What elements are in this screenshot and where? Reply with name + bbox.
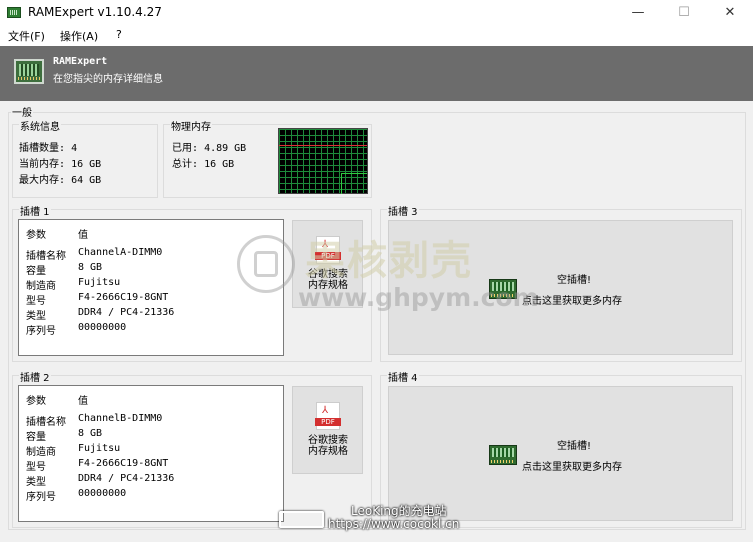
get-more-memory-link[interactable]: 点击这里获取更多内存: [522, 458, 622, 473]
ram-module-icon: [489, 445, 517, 465]
empty-slot-title: 空插槽!: [557, 441, 592, 452]
table-key: 容量: [26, 432, 46, 443]
watermark-box-icon: [279, 511, 324, 528]
info-row: 已用: 4.89 GB: [172, 143, 247, 154]
table-key: 插槽名称: [26, 417, 66, 428]
table-value: 00000000: [78, 322, 127, 333]
table-key: 类型: [26, 477, 46, 488]
table-key: 序列号: [26, 326, 56, 337]
slot-4-label: 插槽 4: [387, 369, 419, 384]
table-value: Fujitsu: [78, 277, 121, 288]
banner-subtitle: 在您指尖的内存详细信息: [53, 74, 163, 85]
header-banner: RAMExpert 在您指尖的内存详细信息: [0, 46, 753, 101]
table-value: F4-2666C19-8GNT: [78, 292, 169, 303]
graph-usage-line: [341, 173, 367, 194]
system-info-group: 系统信息 插槽数量: 4 当前内存: 16 GB 最大内存: 64 GB: [12, 118, 158, 198]
ram-module-icon: [14, 59, 44, 84]
info-row: 当前内存: 16 GB: [19, 159, 102, 170]
physical-memory-label: 物理内存: [170, 118, 212, 133]
empty-slot-title: 空插槽!: [557, 275, 592, 286]
table-value: ChannelA-DIMM0: [78, 247, 163, 258]
slot-1-info-table: 参数 值 插槽名称 ChannelA-DIMM0 容量 8 GB 制造商 Fuj…: [18, 219, 284, 356]
table-value: 00000000: [78, 488, 127, 499]
watermark-credit-url: https://www.cocokl.cn: [328, 517, 460, 531]
pdf-button-label: 谷歌搜索 内存规格: [308, 435, 348, 457]
watermark-logo-icon: [237, 235, 295, 293]
slot-2-info-table: 参数 值 插槽名称 ChannelB-DIMM0 容量 8 GB 制造商 Fuj…: [18, 385, 284, 522]
menu-file[interactable]: 文件(F): [8, 28, 45, 44]
slot-2-google-spec-button[interactable]: ⅄ PDF 谷歌搜索 内存规格: [292, 386, 363, 474]
close-button[interactable]: ✕: [707, 0, 753, 26]
table-key: 型号: [26, 296, 46, 307]
title-bar: RAMExpert v1.10.4.27 — ☐ ✕: [0, 0, 753, 26]
ram-app-icon: [7, 7, 21, 18]
memory-usage-graph: [278, 128, 368, 194]
table-key: 插槽名称: [26, 251, 66, 262]
table-header-param: 参数: [26, 230, 46, 241]
table-value: ChannelB-DIMM0: [78, 413, 163, 424]
watermark-url: www.ghpym.com: [298, 283, 539, 312]
slot-2-label: 插槽 2: [19, 369, 51, 384]
menu-bar: 文件(F) 操作(A) ?: [0, 26, 753, 46]
info-row: 插槽数量: 4: [19, 143, 78, 154]
window-title: RAMExpert v1.10.4.27: [28, 5, 162, 19]
table-key: 制造商: [26, 447, 56, 458]
maximize-button[interactable]: ☐: [661, 0, 707, 26]
table-value: 8 GB: [78, 262, 103, 273]
table-value: 8 GB: [78, 428, 103, 439]
slot-4-empty-panel[interactable]: 空插槽! 点击这里获取更多内存: [388, 386, 733, 521]
table-key: 制造商: [26, 281, 56, 292]
table-value: DDR4 / PC4-21336: [78, 307, 175, 318]
table-header-param: 参数: [26, 396, 46, 407]
table-key: 序列号: [26, 492, 56, 503]
menu-actions[interactable]: 操作(A): [60, 28, 98, 44]
watermark-title: 果核剥壳: [305, 238, 473, 284]
minimize-button[interactable]: —: [615, 0, 661, 26]
menu-help[interactable]: ?: [116, 28, 122, 41]
info-row: 总计: 16 GB: [172, 159, 235, 170]
pdf-icon: ⅄ PDF: [315, 402, 341, 430]
slot-3-label: 插槽 3: [387, 203, 419, 218]
banner-title: RAMExpert: [53, 56, 108, 67]
slot-1-label: 插槽 1: [19, 203, 51, 218]
table-key: 类型: [26, 311, 46, 322]
table-key: 容量: [26, 266, 46, 277]
table-key: 型号: [26, 462, 46, 473]
table-value: DDR4 / PC4-21336: [78, 473, 175, 484]
info-row: 最大内存: 64 GB: [19, 175, 102, 186]
table-value: Fujitsu: [78, 443, 121, 454]
table-header-value: 值: [78, 396, 88, 407]
graph-limit-line: [279, 145, 367, 146]
system-info-label: 系统信息: [19, 118, 61, 133]
general-group-label: 一般: [11, 104, 33, 119]
table-header-value: 值: [78, 230, 88, 241]
table-value: F4-2666C19-8GNT: [78, 458, 169, 469]
